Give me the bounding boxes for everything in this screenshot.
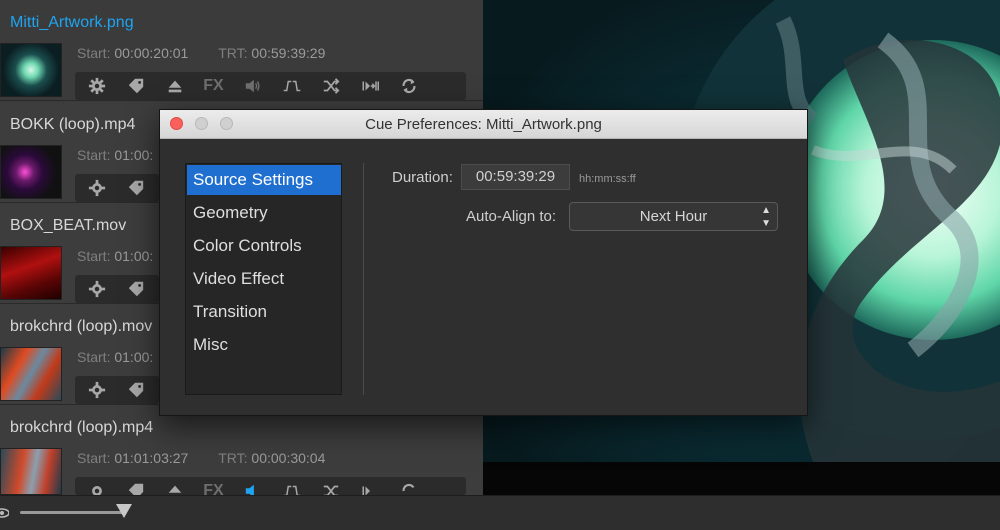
cue-name: brokchrd (loop).mov [10,318,153,335]
eject-icon[interactable] [155,72,194,100]
start-value: 01:00: [114,248,154,264]
slider-handle[interactable] [116,504,132,518]
cue-times: Start: 01:01:03:27 TRT: 00:00:30:04 [77,450,325,466]
loop-icon[interactable] [389,477,428,495]
start-label: Start: [77,45,111,61]
cue-name: BOX_BEAT.mov [10,217,127,234]
dialog-title: Cue Preferences: Mitti_Artwork.png [365,116,602,133]
auto-align-value: Next Hour [639,208,708,225]
cue-thumbnail [0,448,62,495]
gear-icon[interactable] [77,275,116,303]
gear-icon[interactable] [77,477,116,495]
bottom-bar [0,495,1000,530]
category-color-controls[interactable]: Color Controls [187,231,341,261]
cue-item-brokchrd-mp4[interactable]: brokchrd (loop).mp4 Start: 01:01:03:27 T… [0,405,483,495]
fx-icon[interactable]: FX [194,72,233,100]
cue-toolbar [75,376,159,404]
preview-letterbox [483,462,1000,495]
panel-divider [363,163,364,395]
category-transition[interactable]: Transition [187,297,341,327]
eye-icon[interactable] [0,506,9,520]
cue-toolbar: FX [75,72,466,100]
cue-thumbnail [0,145,62,199]
cue-thumbnail [0,347,62,401]
category-list: Source Settings Geometry Color Controls … [185,163,342,395]
start-label: Start: [77,349,111,365]
category-video-effect[interactable]: Video Effect [187,264,341,294]
start-value: 01:00: [114,349,154,365]
gear-icon[interactable] [77,174,116,202]
volume-icon[interactable] [233,477,272,495]
chevron-updown-icon: ▲ ▼ [761,205,771,229]
cue-toolbar [75,275,159,303]
fx-icon[interactable]: FX [194,477,233,495]
gear-icon[interactable] [77,376,116,404]
cue-name: BOKK (loop).mp4 [10,116,136,133]
trt-label: TRT: [218,45,248,61]
start-value: 01:00: [114,147,154,163]
trt-label: TRT: [218,450,248,466]
auto-align-label: Auto-Align to: [466,208,557,225]
trt-value: 00:59:39:29 [251,45,326,61]
fade-icon[interactable] [272,72,311,100]
skip-icon[interactable] [350,477,389,495]
duration-field[interactable]: 00:59:39:29 [461,164,570,190]
duration-label: Duration: [392,169,453,186]
duration-format-hint: hh:mm:ss:ff [579,173,636,185]
gear-icon[interactable] [77,72,116,100]
shuffle-icon[interactable] [311,72,350,100]
cue-name: Mitti_Artwork.png [10,14,134,31]
tag-icon[interactable] [116,275,155,303]
volume-icon[interactable] [233,72,272,100]
cue-thumbnail [0,43,62,97]
cue-thumbnail [0,246,62,300]
skip-icon[interactable] [350,72,389,100]
trt-value: 00:00:30:04 [251,450,326,466]
cue-times: Start: 01:00: [77,248,153,264]
start-label: Start: [77,450,111,466]
category-geometry[interactable]: Geometry [187,198,341,228]
cue-toolbar [75,174,159,202]
eject-icon[interactable] [155,477,194,495]
tag-icon[interactable] [116,477,155,495]
tag-icon[interactable] [116,72,155,100]
start-label: Start: [77,248,111,264]
category-source-settings[interactable]: Source Settings [187,165,341,195]
cue-times: Start: 00:00:20:01 TRT: 00:59:39:29 [77,45,325,61]
cue-name: brokchrd (loop).mp4 [10,419,154,436]
cue-toolbar: FX [75,477,466,495]
tag-icon[interactable] [116,376,155,404]
tag-icon[interactable] [116,174,155,202]
dialog-titlebar[interactable]: Cue Preferences: Mitti_Artwork.png [160,110,807,139]
loop-icon[interactable] [389,72,428,100]
start-value: 00:00:20:01 [114,45,189,61]
start-value: 01:01:03:27 [114,450,189,466]
preview-size-slider[interactable] [20,511,124,514]
cue-times: Start: 01:00: [77,349,153,365]
category-misc[interactable]: Misc [187,330,341,360]
cue-item-mitti-artwork[interactable]: Mitti_Artwork.png Start: 00:00:20:01 TRT… [0,0,483,101]
auto-align-select[interactable]: Next Hour ▲ ▼ [569,202,778,231]
cue-times: Start: 01:00: [77,147,153,163]
shuffle-icon[interactable] [311,477,350,495]
start-label: Start: [77,147,111,163]
fade-icon[interactable] [272,477,311,495]
cue-preferences-dialog: Cue Preferences: Mitti_Artwork.png Sourc… [159,109,808,416]
